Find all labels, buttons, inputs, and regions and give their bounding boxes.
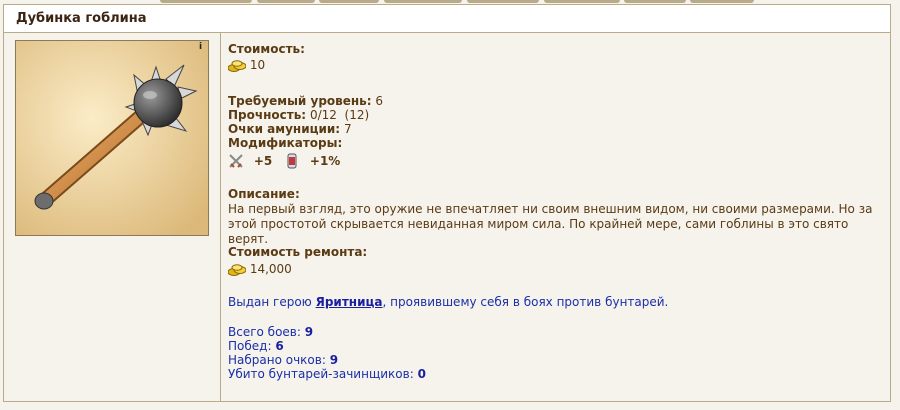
cost-value: 10 bbox=[249, 58, 266, 72]
crossed-swords-icon bbox=[228, 153, 244, 169]
item-body: i Стоимость: 10 Требуемый уровень: 6 Про… bbox=[4, 33, 890, 401]
gold-icon bbox=[227, 59, 247, 72]
battle-stat-row: Всего боев: 9 bbox=[228, 325, 313, 339]
award-suffix: , проявившему себя в боях против бунтаре… bbox=[382, 295, 669, 309]
description-text: На первый взгляд, это оружие не впечатля… bbox=[228, 202, 873, 246]
top-tab[interactable] bbox=[319, 0, 379, 3]
repair-cost-value: 14,000 bbox=[249, 262, 292, 276]
cost-row: 10 bbox=[227, 58, 266, 72]
modifiers-row: +5 +1% bbox=[228, 153, 340, 169]
goblin-club-illustration bbox=[16, 41, 208, 235]
modifiers-label: Модификаторы: bbox=[228, 136, 343, 150]
rebels-killed-value: 0 bbox=[417, 367, 426, 381]
award-prefix: Выдан герою bbox=[228, 295, 316, 309]
top-tab[interactable] bbox=[160, 0, 252, 3]
wins-label: Побед: bbox=[228, 339, 276, 353]
repair-cost-label: Стоимость ремонта: bbox=[228, 245, 368, 259]
ammo-value: 7 bbox=[343, 122, 352, 136]
hero-link[interactable]: Яритница bbox=[316, 295, 383, 309]
top-tab[interactable] bbox=[257, 0, 315, 3]
scroll-icon bbox=[284, 153, 300, 169]
gold-icon bbox=[227, 263, 247, 276]
top-tab[interactable] bbox=[467, 0, 539, 3]
durability-value: 0/12 (12) bbox=[309, 108, 370, 122]
modifier-attack-value: +5 bbox=[253, 153, 273, 168]
item-title: Дубинка гоблина bbox=[4, 5, 890, 33]
modifier-percent-value: +1% bbox=[309, 153, 341, 168]
level-label: Требуемый уровень: bbox=[228, 94, 372, 108]
item-image-column: i bbox=[4, 33, 221, 401]
points-value: 9 bbox=[329, 353, 339, 367]
rebels-killed-label: Убито бунтарей-зачинщиков: bbox=[228, 367, 418, 381]
award-line: Выдан герою Яритница, проявившему себя в… bbox=[228, 295, 668, 309]
total-battles-value: 9 bbox=[304, 325, 314, 339]
ammo-label: Очки амуниции: bbox=[228, 122, 341, 136]
level-row: Требуемый уровень: 6 bbox=[228, 94, 383, 108]
durability-row: Прочность: 0/12 (12) bbox=[228, 108, 369, 122]
top-tab[interactable] bbox=[384, 0, 462, 3]
item-image: i bbox=[15, 40, 209, 236]
durability-label: Прочность: bbox=[228, 108, 307, 122]
battle-stat-row: Убито бунтарей-зачинщиков: 0 bbox=[228, 367, 426, 381]
item-panel: Дубинка гоблина i Стоимость: 10 Требуемы… bbox=[3, 4, 891, 402]
description-label: Описание: bbox=[228, 187, 300, 201]
item-details: Стоимость: 10 Требуемый уровень: 6 Прочн… bbox=[227, 33, 878, 401]
cost-label: Стоимость: bbox=[228, 42, 305, 56]
battle-stat-row: Побед: 6 bbox=[228, 339, 284, 353]
wins-value: 6 bbox=[275, 339, 284, 353]
battle-stat-row: Набрано очков: 9 bbox=[228, 353, 338, 367]
points-label: Набрано очков: bbox=[228, 353, 330, 367]
top-tab[interactable] bbox=[624, 0, 686, 3]
total-battles-label: Всего боев: bbox=[228, 325, 305, 339]
repair-cost-row: 14,000 bbox=[227, 262, 292, 276]
top-tab[interactable] bbox=[690, 0, 754, 3]
level-value: 6 bbox=[375, 94, 384, 108]
top-tab[interactable] bbox=[544, 0, 620, 3]
ammo-row: Очки амуниции: 7 bbox=[228, 122, 352, 136]
info-icon[interactable]: i bbox=[199, 43, 205, 52]
